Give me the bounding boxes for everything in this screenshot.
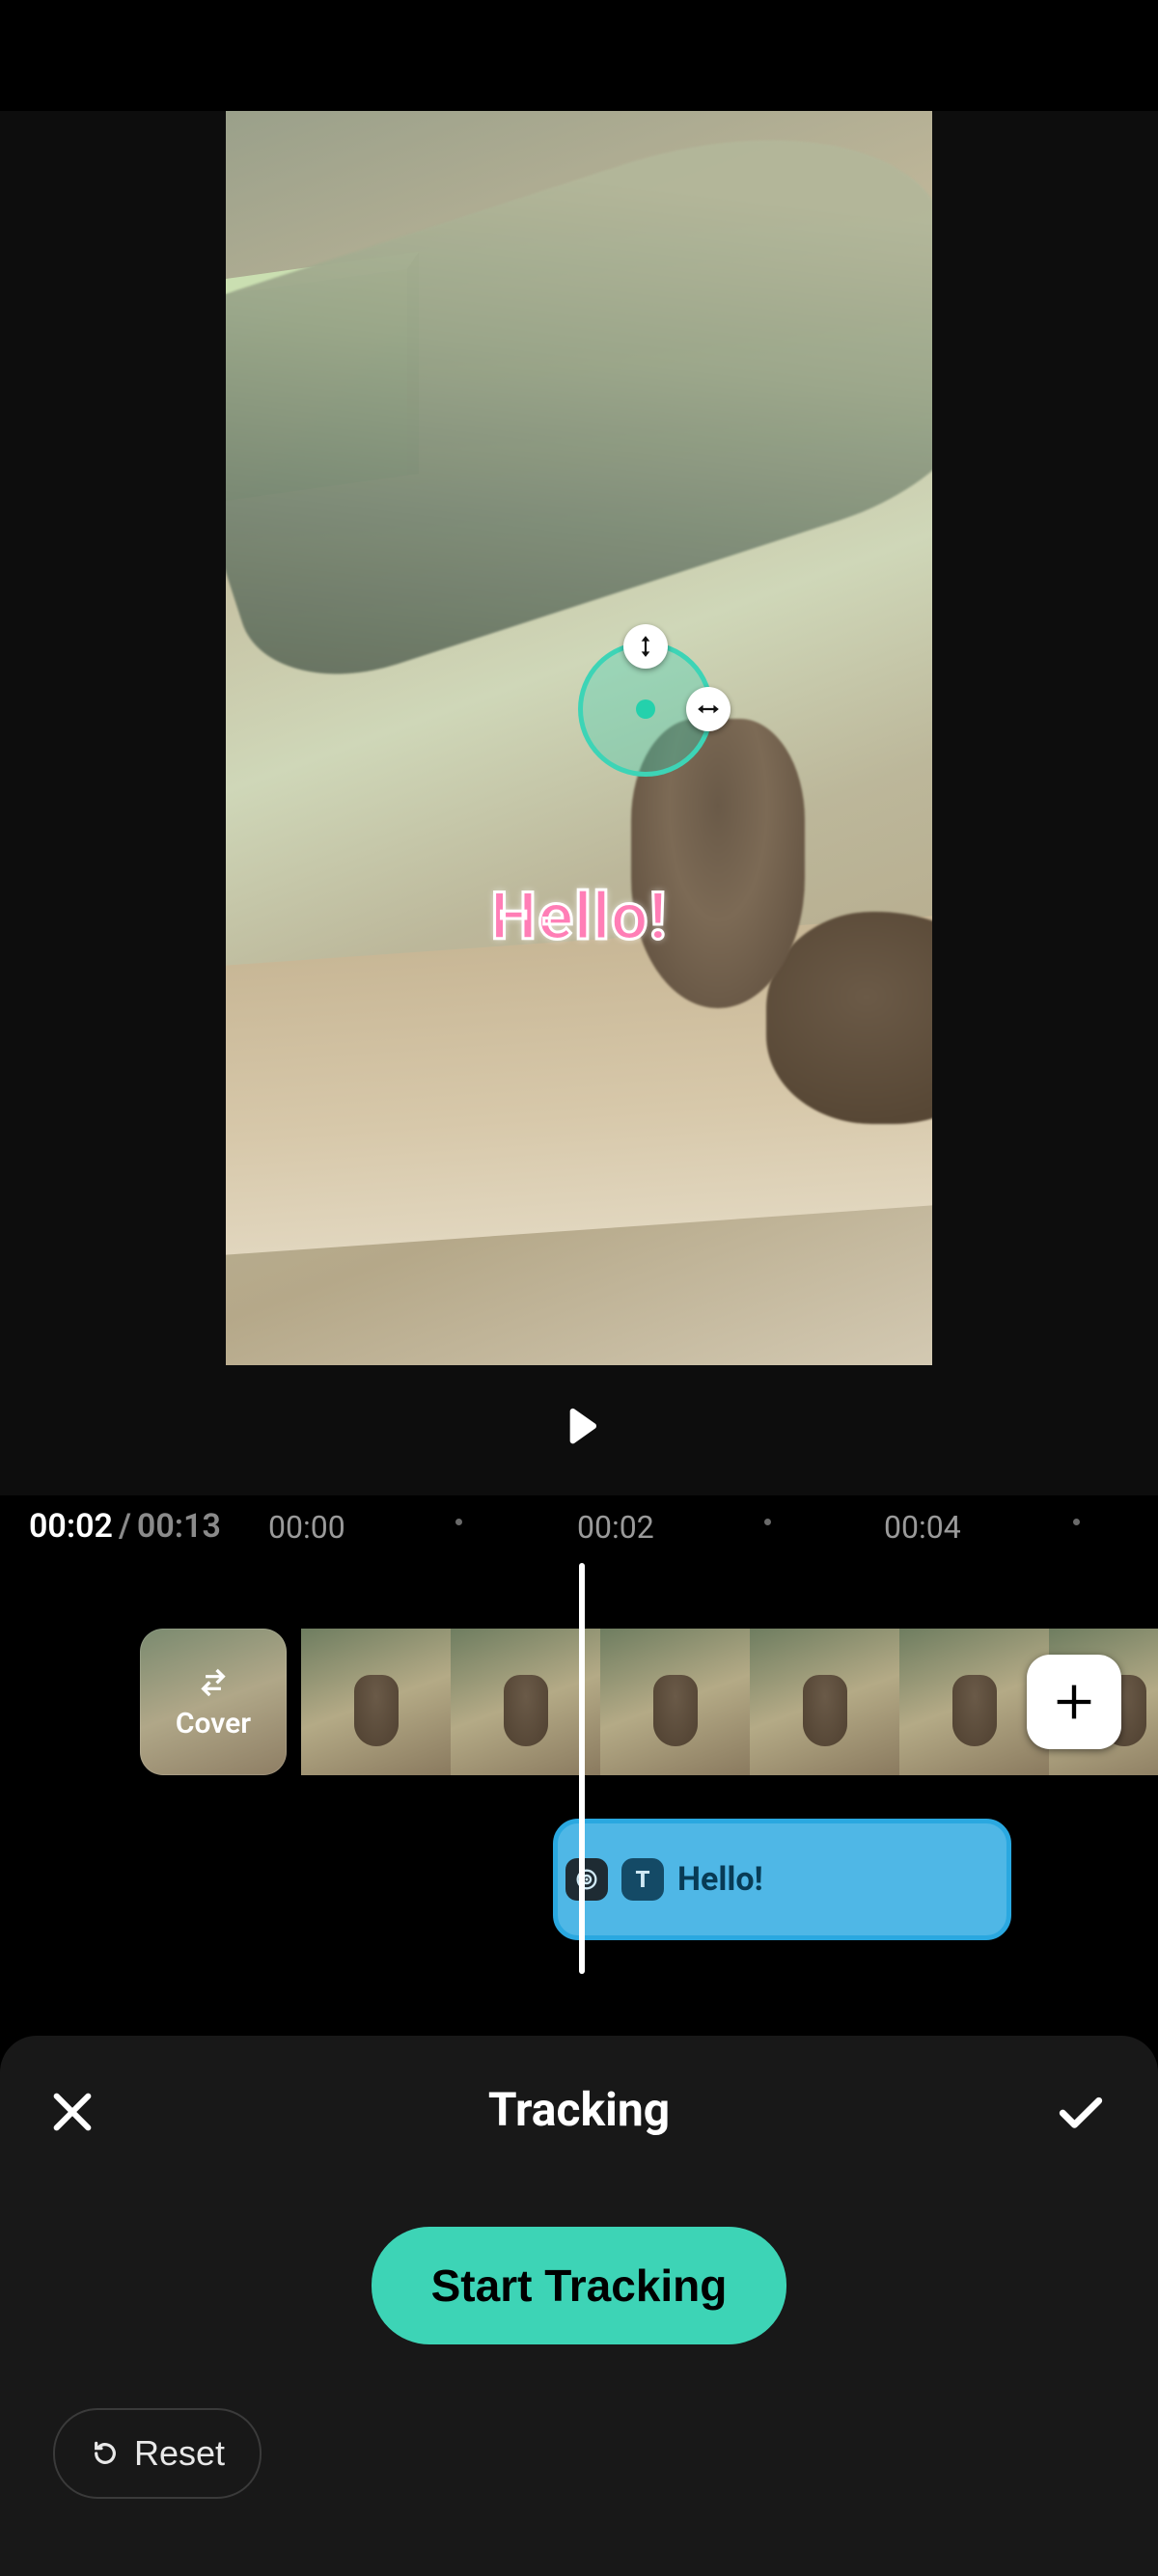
add-clip-button[interactable]: [1027, 1655, 1121, 1749]
tracking-target-circle[interactable]: [578, 642, 713, 777]
text-badge: T: [621, 1858, 664, 1901]
tracking-resize-horizontal-handle[interactable]: [686, 687, 731, 731]
close-icon: [45, 2085, 99, 2139]
time-ruler: 00:02/00:13 00:00 00:02 00:04: [0, 1495, 1158, 1553]
text-clip[interactable]: T Hello!: [553, 1819, 1011, 1940]
scene-shape: [226, 111, 932, 705]
video-preview-frame[interactable]: Hello!: [226, 111, 932, 1365]
cover-tile[interactable]: Cover: [140, 1629, 287, 1775]
resize-horizontal-icon: [696, 697, 721, 722]
tracking-resize-vertical-handle[interactable]: [623, 624, 668, 669]
tracking-center-dot: [636, 699, 655, 719]
reset-button[interactable]: Reset: [53, 2408, 262, 2499]
reset-icon: [90, 2438, 121, 2469]
confirm-button[interactable]: [1042, 2078, 1119, 2146]
time-tick-dot: [1073, 1519, 1080, 1525]
swap-icon: [195, 1664, 232, 1701]
reset-label: Reset: [134, 2433, 225, 2474]
plus-icon: [1049, 1677, 1099, 1727]
time-tick-dot: [455, 1519, 462, 1525]
time-counter: 00:02/00:13: [29, 1507, 221, 1546]
start-tracking-button[interactable]: Start Tracking: [372, 2227, 787, 2344]
tracking-badge: [565, 1858, 608, 1901]
clip-thumbnail: [750, 1629, 899, 1775]
status-bar: [0, 0, 1158, 111]
playhead[interactable]: [579, 1563, 585, 1974]
tracking-sheet: Tracking Start Tracking Reset: [0, 2036, 1158, 2576]
play-icon: [552, 1399, 606, 1453]
video-preview-area: Hello!: [0, 111, 1158, 1370]
play-button[interactable]: [552, 1399, 606, 1453]
time-duration: 00:13: [137, 1507, 221, 1546]
text-clip-label: Hello!: [677, 1860, 763, 1899]
close-button[interactable]: [39, 2078, 106, 2146]
time-tick-label: 00:00: [268, 1509, 345, 1546]
resize-vertical-icon: [633, 634, 658, 659]
target-icon: [573, 1866, 600, 1893]
time-tick-dot: [764, 1519, 771, 1525]
clip-thumbnail: [451, 1629, 600, 1775]
time-tick-label: 00:04: [884, 1509, 961, 1546]
sheet-title: Tracking: [488, 2082, 670, 2137]
time-tick-label: 00:02: [577, 1509, 654, 1546]
time-separator: /: [113, 1507, 137, 1546]
clip-thumbnail: [301, 1629, 451, 1775]
cover-label: Cover: [176, 1707, 251, 1740]
check-icon: [1054, 2085, 1108, 2139]
clip-thumbnail: [600, 1629, 750, 1775]
transport-row: [0, 1370, 1158, 1495]
time-current: 00:02: [29, 1507, 113, 1546]
timeline: 00:02/00:13 00:00 00:02 00:04 Cover T: [0, 1495, 1158, 2036]
sheet-header: Tracking: [0, 2082, 1158, 2159]
text-overlay[interactable]: Hello!: [490, 878, 668, 955]
